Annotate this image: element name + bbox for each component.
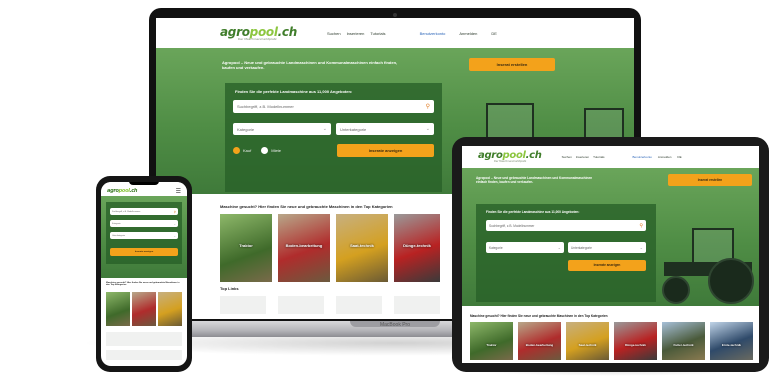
show-listings-button[interactable]: Inserate anzeigen (568, 260, 646, 271)
top-link-card[interactable] (278, 296, 324, 314)
search-icon: ⚲ (173, 209, 176, 214)
chevron-down-icon: ⌄ (173, 233, 176, 238)
chevron-down-icon: ⌄ (639, 245, 643, 250)
search-panel: Suchbegriff, z.B. Modellnummer ⚲ Kategor… (106, 202, 182, 264)
categories-heading: Maschine gesucht? Hier finden Sie neue u… (470, 314, 608, 318)
chevron-down-icon: ⌄ (322, 126, 327, 132)
category-select[interactable]: Kategorie ⌄ (233, 123, 331, 135)
top-link-card[interactable] (220, 296, 266, 314)
keyword-search-input[interactable]: Suchbegriff, z.B. Modellnummer ⚲ (110, 208, 178, 215)
categories-heading: Maschine gesucht? Hier finden Sie neue u… (220, 204, 393, 209)
category-tile-soil[interactable] (132, 292, 156, 326)
nav-account[interactable]: Benutzerkonto (633, 155, 652, 159)
category-tile-harvest[interactable]: Ernte-technik (710, 322, 753, 360)
category-tile-fertilizer[interactable]: Dünge-technik (614, 322, 657, 360)
chevron-down-icon: ⌄ (557, 245, 561, 250)
category-tile-fertilizer[interactable]: Dünge-technik (394, 214, 440, 282)
phone-logo[interactable]: agropool.ch (107, 188, 137, 194)
laptop-logo[interactable]: agropool.ch Der Maschinenmarktplatz (220, 26, 297, 41)
categories-heading: Maschine gesucht? Hier finden Sie neue u… (106, 282, 180, 286)
category-tile-tractor[interactable]: Traktor (220, 214, 272, 282)
laptop-model-label: MacBook Pro (379, 322, 410, 328)
hero-tractor-image (658, 228, 758, 306)
top-links-heading: Top Links (220, 286, 239, 291)
category-tile-seed[interactable] (158, 292, 182, 326)
laptop-camera (393, 13, 397, 17)
nav-account[interactable]: Benutzerkonto (420, 31, 446, 36)
chevron-down-icon: ⌄ (173, 221, 176, 226)
category-tile-soil[interactable]: Boden-bearbeitung (518, 322, 561, 360)
nav-login[interactable]: Anmelden (658, 155, 672, 159)
nav-inserieren[interactable]: Inserieren (347, 31, 365, 36)
keyword-search-input[interactable]: Suchbegriff, z.B. Modellnummer ⚲ (486, 220, 646, 231)
phone-screen: agropool.ch ☰ Suchbegriff, z.B. Modellnu… (101, 182, 187, 366)
nav-tutorials[interactable]: Tutorials (593, 155, 604, 159)
category-tile-soil[interactable]: Boden-bearbeitung (278, 214, 330, 282)
laptop-category-row: Traktor Boden-bearbeitung Saat-technik D… (220, 214, 440, 282)
laptop-navbar: agropool.ch Der Maschinenmarktplatz Such… (156, 18, 634, 48)
radio-buy[interactable] (233, 147, 240, 154)
nav-language[interactable]: DE (677, 155, 681, 159)
search-icon: ⚲ (639, 222, 643, 229)
create-listing-button[interactable]: Inserat erstellen (668, 174, 752, 186)
create-listing-button[interactable]: Inserat erstellen (469, 58, 555, 71)
search-panel: Finden Sie die perfekte Landmaschine aus… (225, 83, 442, 192)
tablet-logo[interactable]: agropool.ch Der Maschinenmarktplatz (478, 150, 542, 164)
tablet-hero: Agropool – Neue und gebrauchte Landmasch… (462, 168, 759, 306)
show-listings-button[interactable]: Inserate anzeigen (337, 144, 434, 157)
nav-tutorials[interactable]: Tutorials (370, 31, 385, 36)
category-select[interactable]: Kategorie ⌄ (486, 242, 564, 253)
top-link-card[interactable] (106, 350, 182, 360)
category-tile-forage[interactable]: Futter-technik (662, 322, 705, 360)
nav-inserieren[interactable]: Inserieren (576, 155, 589, 159)
category-tile-seed[interactable]: Saat-technik (566, 322, 609, 360)
chevron-down-icon: ⌄ (425, 126, 430, 132)
offer-type-radios: Kauf Miete (233, 147, 281, 154)
category-tile-tractor[interactable] (106, 292, 130, 326)
subcategory-select[interactable]: Unterkategorie ⌄ (110, 232, 178, 239)
device-mockup-scene: agropool.ch Der Maschinenmarktplatz Such… (0, 0, 771, 376)
tablet-navbar: agropool.ch Der Maschinenmarktplatz Such… (462, 146, 759, 168)
nav-search[interactable]: Suchen (562, 155, 572, 159)
category-tile-tractor[interactable]: Traktor (470, 322, 513, 360)
phone-hero: Suchbegriff, z.B. Modellnummer ⚲ Kategor… (101, 196, 187, 278)
search-panel-title: Finden Sie die perfekte Landmaschine aus… (486, 210, 580, 214)
keyword-search-input[interactable]: Suchbegriff, z.B. Modellnummer ⚲ (233, 100, 434, 113)
phone-category-row (106, 292, 182, 326)
category-tile-seed[interactable]: Saat-technik (336, 214, 388, 282)
nav-login[interactable]: Anmelden (459, 31, 477, 36)
category-select[interactable]: Kategorie ⌄ (110, 220, 178, 227)
hero-headline: Agropool – Neue und gebrauchte Landmasch… (222, 60, 398, 70)
phone-notch (129, 182, 159, 185)
top-link-card[interactable] (106, 332, 182, 346)
tablet-category-row: Traktor Boden-bearbeitung Saat-technik D… (470, 322, 753, 360)
top-link-card[interactable] (336, 296, 382, 314)
search-panel-title: Finden Sie die perfekte Landmaschine aus… (235, 89, 353, 94)
search-panel: Finden Sie die perfekte Landmaschine aus… (476, 204, 656, 302)
radio-rent[interactable] (261, 147, 269, 154)
tablet-screen: agropool.ch Der Maschinenmarktplatz Such… (462, 146, 759, 363)
show-listings-button[interactable]: Inserate anzeigen (110, 248, 178, 256)
hero-headline: Agropool – Neue und gebrauchte Landmasch… (476, 176, 593, 184)
nav-search[interactable]: Suchen (327, 31, 341, 36)
nav-language[interactable]: DE (491, 31, 497, 36)
hamburger-menu-icon[interactable]: ☰ (176, 188, 181, 195)
subcategory-select[interactable]: Unterkategorie ⌄ (336, 123, 434, 135)
search-icon: ⚲ (425, 104, 430, 110)
top-link-card[interactable] (394, 296, 440, 314)
subcategory-select[interactable]: Unterkategorie ⌄ (568, 242, 646, 253)
